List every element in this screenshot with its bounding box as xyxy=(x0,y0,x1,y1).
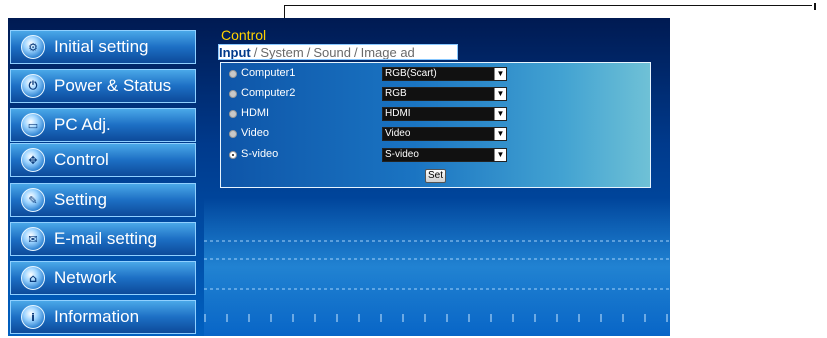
nav-label: PC Adj. xyxy=(54,115,111,134)
decorative-stripe xyxy=(204,288,670,290)
select-computer1[interactable]: RGB(Scart) ▼ xyxy=(382,67,507,81)
decorative-stripe xyxy=(204,240,670,242)
nav-control[interactable]: ✥ Control xyxy=(10,143,196,177)
control-icon: ✥ xyxy=(21,148,45,172)
input-label: HDMI xyxy=(241,107,270,119)
callout-line xyxy=(284,5,812,6)
tab-image-adj[interactable]: Image ad xyxy=(361,45,415,59)
input-label: Computer2 xyxy=(241,87,296,99)
input-row-computer2: Computer2 RGB ▼ xyxy=(229,86,649,102)
input-row-computer1: Computer1 RGB(Scart) ▼ xyxy=(229,66,649,82)
select-value: Video xyxy=(385,128,411,139)
nav-label: Information xyxy=(54,307,140,326)
chevron-down-icon: ▼ xyxy=(494,128,506,140)
monitor-icon: ▭ xyxy=(21,113,45,137)
input-row-s-video: S-video S-video ▼ xyxy=(229,147,649,163)
input-row-video: Video Video ▼ xyxy=(229,126,649,142)
radio-computer1[interactable] xyxy=(229,70,237,78)
wrench-icon: ✎ xyxy=(21,188,45,212)
chevron-down-icon: ▼ xyxy=(494,108,506,120)
nav-setting[interactable]: ✎ Setting xyxy=(10,183,196,217)
radio-s-video[interactable] xyxy=(229,151,237,159)
select-value: HDMI xyxy=(385,108,411,119)
nav-label: Power & Status xyxy=(54,76,172,95)
select-video[interactable]: Video ▼ xyxy=(382,127,507,141)
info-icon: i xyxy=(21,305,45,329)
callout-line-end xyxy=(814,3,816,10)
nav-network[interactable]: ⌂ Network xyxy=(10,261,196,295)
sidebar: ⚙ Initial setting ⏻ Power & Status ▭ PC … xyxy=(8,18,200,336)
input-row-hdmi: HDMI HDMI ▼ xyxy=(229,106,649,122)
radio-hdmi[interactable] xyxy=(229,110,237,118)
tab-separator: / xyxy=(253,45,258,60)
nav-information[interactable]: i Information xyxy=(10,300,196,334)
tab-sound[interactable]: Sound xyxy=(313,45,351,59)
select-value: S-video xyxy=(385,149,419,160)
decorative-ticks xyxy=(204,314,670,322)
nav-initial-setting[interactable]: ⚙ Initial setting xyxy=(10,30,196,64)
nav-label: E-mail setting xyxy=(54,229,157,248)
input-label: Computer1 xyxy=(241,67,296,79)
nav-email-setting[interactable]: ✉ E-mail setting xyxy=(10,222,196,256)
input-label: S-video xyxy=(241,148,279,160)
tab-separator: / xyxy=(353,45,358,60)
set-button[interactable]: Set xyxy=(425,169,446,183)
section-title: Control xyxy=(221,27,267,43)
select-value: RGB(Scart) xyxy=(385,68,437,79)
select-hdmi[interactable]: HDMI ▼ xyxy=(382,107,507,121)
nav-pc-adj[interactable]: ▭ PC Adj. xyxy=(10,108,196,142)
tab-system[interactable]: System xyxy=(260,45,303,59)
chevron-down-icon: ▼ xyxy=(494,149,506,161)
network-icon: ⌂ xyxy=(21,266,45,290)
radio-video[interactable] xyxy=(229,130,237,138)
power-icon: ⏻ xyxy=(21,74,45,98)
chevron-down-icon: ▼ xyxy=(494,88,506,100)
decorative-stripe xyxy=(204,258,670,260)
input-panel: Computer1 RGB(Scart) ▼ Computer2 RGB ▼ H… xyxy=(220,62,651,188)
nav-label: Initial setting xyxy=(54,37,149,56)
input-label: Video xyxy=(241,127,269,139)
nav-label: Network xyxy=(54,268,117,287)
chevron-down-icon: ▼ xyxy=(494,68,506,80)
select-s-video[interactable]: S-video ▼ xyxy=(382,148,507,162)
nav-label: Setting xyxy=(54,190,107,209)
select-value: RGB xyxy=(385,88,407,99)
tab-bar: Input / System / Sound / Image ad xyxy=(218,44,458,60)
radio-computer2[interactable] xyxy=(229,90,237,98)
nav-label: Control xyxy=(54,150,109,169)
settings-icon: ⚙ xyxy=(21,35,45,59)
tab-separator: / xyxy=(306,45,311,60)
tab-input[interactable]: Input xyxy=(219,45,251,59)
mail-icon: ✉ xyxy=(21,227,45,251)
select-computer2[interactable]: RGB ▼ xyxy=(382,87,507,101)
nav-power-status[interactable]: ⏻ Power & Status xyxy=(10,69,196,103)
